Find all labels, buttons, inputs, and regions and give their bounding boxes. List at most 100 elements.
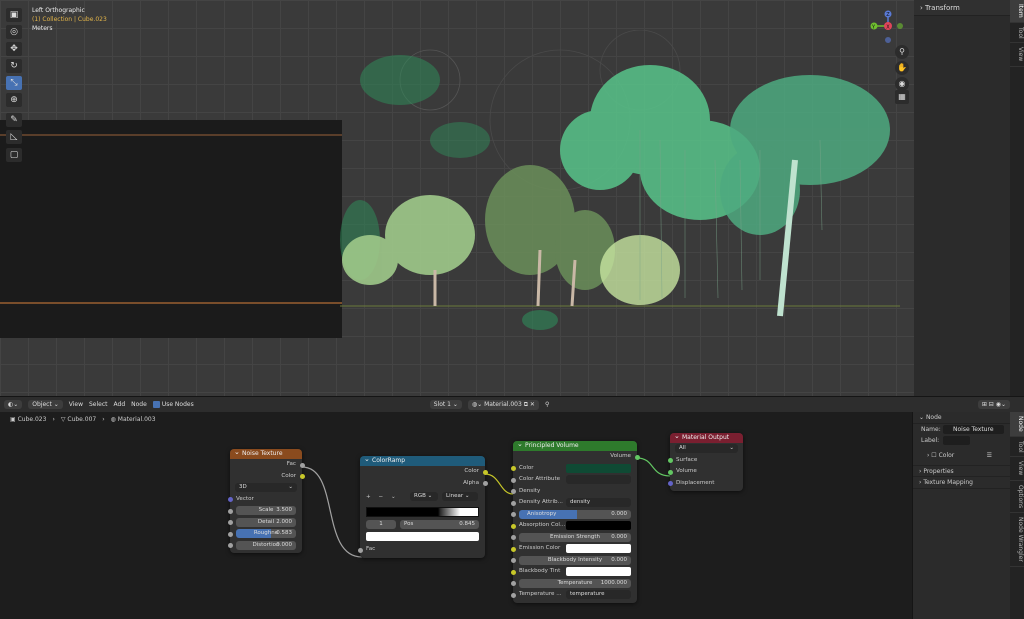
volume-output-socket[interactable]: [634, 454, 640, 460]
camera-icon[interactable]: ◉: [895, 77, 909, 91]
temperature-field[interactable]: Temperature 1000.000: [519, 578, 631, 588]
output-node-title: Material Output: [670, 431, 743, 443]
temperature-attribute-field[interactable]: temperature: [566, 590, 631, 600]
density-attribute-field[interactable]: density: [566, 498, 631, 508]
rotate-icon[interactable]: ↻: [6, 59, 22, 73]
axis-gizmo[interactable]: Y X Z: [868, 10, 908, 50]
emission-strength-socket[interactable]: [510, 535, 516, 540]
node-editor-canvas[interactable]: ▣ Cube.023 › ▽ Cube.007 › ◍ Material.003…: [0, 412, 912, 619]
node-name-field[interactable]: Noise Texture: [943, 425, 1004, 434]
distortion-field[interactable]: Distortion 0.000: [236, 540, 296, 550]
tab-view[interactable]: View: [1010, 43, 1024, 67]
texture-mapping-section[interactable]: › Texture Mapping: [913, 477, 1010, 489]
detail-field[interactable]: Detail 2.000: [236, 517, 296, 527]
scale-socket[interactable]: [227, 508, 233, 514]
scale-icon[interactable]: ⤡: [6, 76, 22, 90]
select-box-icon[interactable]: ▣: [6, 8, 22, 22]
emission-color-socket[interactable]: [510, 546, 516, 552]
density-attr-socket[interactable]: [510, 500, 516, 506]
density-socket[interactable]: [510, 489, 516, 494]
volume-input-socket[interactable]: [667, 469, 673, 475]
pin-icon[interactable]: ⚲: [545, 401, 549, 408]
measure-icon[interactable]: ◺: [6, 130, 22, 144]
emission-color-swatch[interactable]: [566, 544, 631, 554]
fac-output-socket[interactable]: [299, 462, 305, 468]
blackbody-tint-socket[interactable]: [510, 569, 516, 575]
scale-field[interactable]: Scale 3.500: [236, 506, 296, 516]
vector-input-socket[interactable]: [227, 497, 233, 502]
distortion-socket[interactable]: [227, 543, 233, 548]
absorption-socket[interactable]: [510, 523, 516, 529]
node-section-header[interactable]: ⌄ Node: [913, 412, 1010, 424]
color-input-socket[interactable]: [510, 466, 516, 471]
3d-viewport[interactable]: Left Orthographic (1) Collection | Cube.…: [0, 0, 1010, 396]
color-output-socket[interactable]: [299, 474, 305, 479]
emission-strength-field[interactable]: Emission Strength 0.000: [519, 532, 631, 542]
blackbody-socket[interactable]: [510, 558, 516, 563]
cursor-icon[interactable]: ◎: [6, 25, 22, 39]
tab-tool[interactable]: Tool: [1010, 23, 1024, 44]
roughness-field[interactable]: Roughne 0.583: [236, 529, 296, 539]
tab-view-bottom[interactable]: View: [1010, 457, 1024, 481]
tab-item[interactable]: Item: [1010, 0, 1024, 23]
tab-tool-bottom[interactable]: Tool: [1010, 437, 1024, 458]
output-target-dropdown[interactable]: All ⌄: [675, 444, 738, 454]
surface-socket[interactable]: [667, 458, 673, 463]
annotate-icon[interactable]: ✎: [6, 113, 22, 127]
material-output-node[interactable]: Material Output All⌄ Surface Volume Disp…: [667, 431, 743, 491]
color-attribute-field[interactable]: [566, 475, 631, 485]
temp-attr-socket[interactable]: [510, 592, 516, 598]
displacement-socket[interactable]: [667, 481, 673, 486]
ramp-fac-input-socket[interactable]: [357, 547, 363, 553]
anisotropy-socket[interactable]: [510, 512, 516, 517]
slot-dropdown[interactable]: Slot 1 ⌄: [429, 400, 462, 409]
node-label-field[interactable]: [943, 436, 970, 445]
principled-volume-node[interactable]: Principled Volume Volume Color Color Att…: [510, 439, 640, 603]
material-selector[interactable]: ◍⌄ Material.003 ⧉ ✕: [467, 399, 539, 410]
ortho-grid-icon[interactable]: ▦: [895, 90, 909, 104]
move-icon[interactable]: ✥: [6, 42, 22, 56]
stop-index-field[interactable]: 1: [366, 520, 396, 530]
pan-hand-icon[interactable]: ✋: [895, 61, 909, 75]
dimensions-dropdown[interactable]: 3D ⌄: [235, 483, 297, 493]
displacement-label: Displacement: [676, 479, 715, 486]
object-mode-dropdown[interactable]: Object ⌄: [28, 400, 63, 409]
color-ramp-gradient[interactable]: [366, 507, 479, 517]
zoom-icon[interactable]: ⚲: [895, 45, 909, 59]
remove-stop-icon[interactable]: −: [378, 494, 383, 500]
menu-select[interactable]: Select: [89, 401, 108, 408]
anisotropy-field[interactable]: Anisotropy 0.000: [519, 509, 631, 519]
detail-socket[interactable]: [227, 520, 233, 525]
interpolation-dropdown[interactable]: Linear ⌄: [442, 492, 478, 501]
blackbody-field[interactable]: Blackbody Intensity 0.000: [519, 555, 631, 565]
transform-section[interactable]: › Transform: [914, 0, 1010, 16]
editor-type-icon[interactable]: ◐⌄: [4, 400, 23, 409]
transform-icon[interactable]: ⊕: [6, 93, 22, 107]
colorramp-node[interactable]: ColorRamp Color Alpha + − ⌄ RGB ⌄ Linear…: [357, 454, 488, 558]
temperature-socket[interactable]: [510, 581, 516, 586]
noise-texture-node[interactable]: Noise Texture Fac Color 3D⌄ Vector Scale…: [227, 447, 305, 553]
color-attr-socket[interactable]: [510, 477, 516, 483]
roughness-socket[interactable]: [227, 531, 233, 537]
ramp-alpha-socket[interactable]: [482, 481, 488, 486]
volume-color-swatch[interactable]: [566, 463, 631, 473]
menu-add[interactable]: Add: [114, 401, 126, 408]
ramp-menu-icon[interactable]: ⌄: [391, 494, 396, 500]
tab-node-wrangler[interactable]: Node Wrangler: [1010, 513, 1024, 567]
ramp-color-socket[interactable]: [482, 469, 488, 475]
use-nodes-checkbox[interactable]: Use Nodes: [152, 401, 194, 408]
overlay-toggles[interactable]: ⊞ ⊟ ◉⌄: [977, 400, 1010, 409]
add-cube-icon[interactable]: ▢: [6, 148, 22, 162]
position-field[interactable]: Pos 0.845: [400, 520, 479, 530]
properties-section[interactable]: › Properties: [913, 465, 1010, 477]
color-mode-dropdown[interactable]: RGB ⌄: [410, 492, 438, 501]
node-color-toggle[interactable]: › ☐ Color ☰: [913, 450, 1010, 461]
menu-node[interactable]: Node: [131, 401, 147, 408]
menu-view[interactable]: View: [69, 401, 83, 408]
tab-options[interactable]: Options: [1010, 481, 1024, 513]
absorption-color-swatch[interactable]: [566, 521, 631, 531]
tab-node[interactable]: Node: [1010, 412, 1024, 437]
add-stop-icon[interactable]: +: [366, 494, 371, 500]
stop-color-swatch[interactable]: [366, 531, 479, 541]
blackbody-tint-swatch[interactable]: [566, 567, 631, 577]
